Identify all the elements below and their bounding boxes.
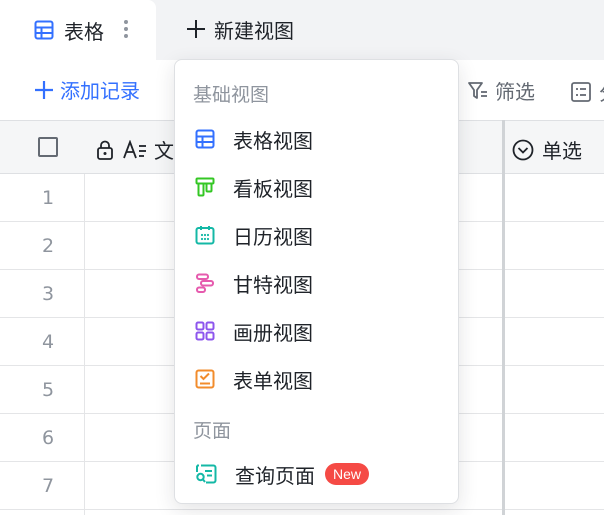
filter-label: 筛选 xyxy=(495,80,535,104)
row-number: 4 xyxy=(41,331,55,353)
menu-item-label: 甘特视图 xyxy=(233,272,313,297)
menu-item-label: 日历视图 xyxy=(233,224,313,249)
column-header-single-label: 单选 xyxy=(542,139,582,163)
form-view-icon xyxy=(195,369,215,389)
frozen-column-divider[interactable] xyxy=(502,120,505,515)
gallery-view-icon xyxy=(195,321,215,341)
filter-button[interactable]: 筛选 xyxy=(467,76,535,105)
menu-item-label: 查询页面 xyxy=(235,463,315,488)
column-header-single-select[interactable]: 单选 xyxy=(512,135,582,164)
menu-item-label: 看板视图 xyxy=(233,176,313,201)
chevron-circle-icon xyxy=(512,139,534,160)
add-record-button[interactable]: 添加记录 xyxy=(34,75,140,104)
text-field-icon xyxy=(123,139,146,158)
column-header-text[interactable]: 文 xyxy=(96,135,174,164)
group-button[interactable]: 分 xyxy=(571,77,604,106)
column-divider xyxy=(84,174,85,515)
menu-item-form-view[interactable]: 表单视图 xyxy=(175,357,458,401)
lock-icon xyxy=(97,140,113,160)
new-view-button[interactable]: 新建视图 xyxy=(186,12,294,46)
menu-item-label: 表单视图 xyxy=(233,368,313,393)
calendar-view-icon xyxy=(195,226,215,245)
menu-item-query-page[interactable]: 查询页面 New xyxy=(175,452,458,496)
query-page-icon xyxy=(196,464,217,484)
kanban-view-icon xyxy=(195,177,215,197)
filter-icon xyxy=(468,81,487,99)
row-number: 3 xyxy=(41,283,55,305)
column-header-text-label: 文 xyxy=(154,139,174,163)
menu-item-calendar-view[interactable]: 日历视图 xyxy=(175,213,458,257)
more-options-icon[interactable] xyxy=(120,16,132,42)
group-icon xyxy=(571,81,591,102)
row-number: 6 xyxy=(41,427,55,449)
menu-item-gantt-view[interactable]: 甘特视图 xyxy=(175,261,458,305)
view-tab-bar: 表格 新建视图 xyxy=(0,0,604,60)
new-view-dropdown: 基础视图 表格视图 看板视图 日历视图 甘特视图 画册视图 表单视图 页面 查询… xyxy=(174,59,459,504)
row-number: 1 xyxy=(41,187,55,209)
menu-item-gallery-view[interactable]: 画册视图 xyxy=(175,309,458,353)
grid-view-icon xyxy=(34,20,54,40)
menu-item-label: 表格视图 xyxy=(233,128,313,153)
tab-table-view[interactable]: 表格 xyxy=(0,0,156,60)
menu-item-label: 画册视图 xyxy=(233,320,313,345)
plus-icon xyxy=(35,80,53,99)
group-label: 分 xyxy=(599,77,604,106)
add-record-label: 添加记录 xyxy=(60,79,140,103)
row-number: 5 xyxy=(41,379,55,401)
menu-item-kanban-view[interactable]: 看板视图 xyxy=(175,165,458,209)
row-number: 7 xyxy=(41,475,55,497)
gantt-view-icon xyxy=(196,273,214,293)
section-title-pages: 页面 xyxy=(193,420,232,442)
tab-label: 表格 xyxy=(64,19,104,44)
plus-icon xyxy=(187,20,205,38)
new-badge: New xyxy=(325,463,370,485)
row-number: 2 xyxy=(41,235,55,257)
section-title-basic-views: 基础视图 xyxy=(193,84,270,106)
new-view-label: 新建视图 xyxy=(214,18,294,43)
menu-item-grid-view[interactable]: 表格视图 xyxy=(175,117,458,161)
grid-view-icon xyxy=(195,129,215,149)
select-all-checkbox[interactable] xyxy=(38,137,58,157)
